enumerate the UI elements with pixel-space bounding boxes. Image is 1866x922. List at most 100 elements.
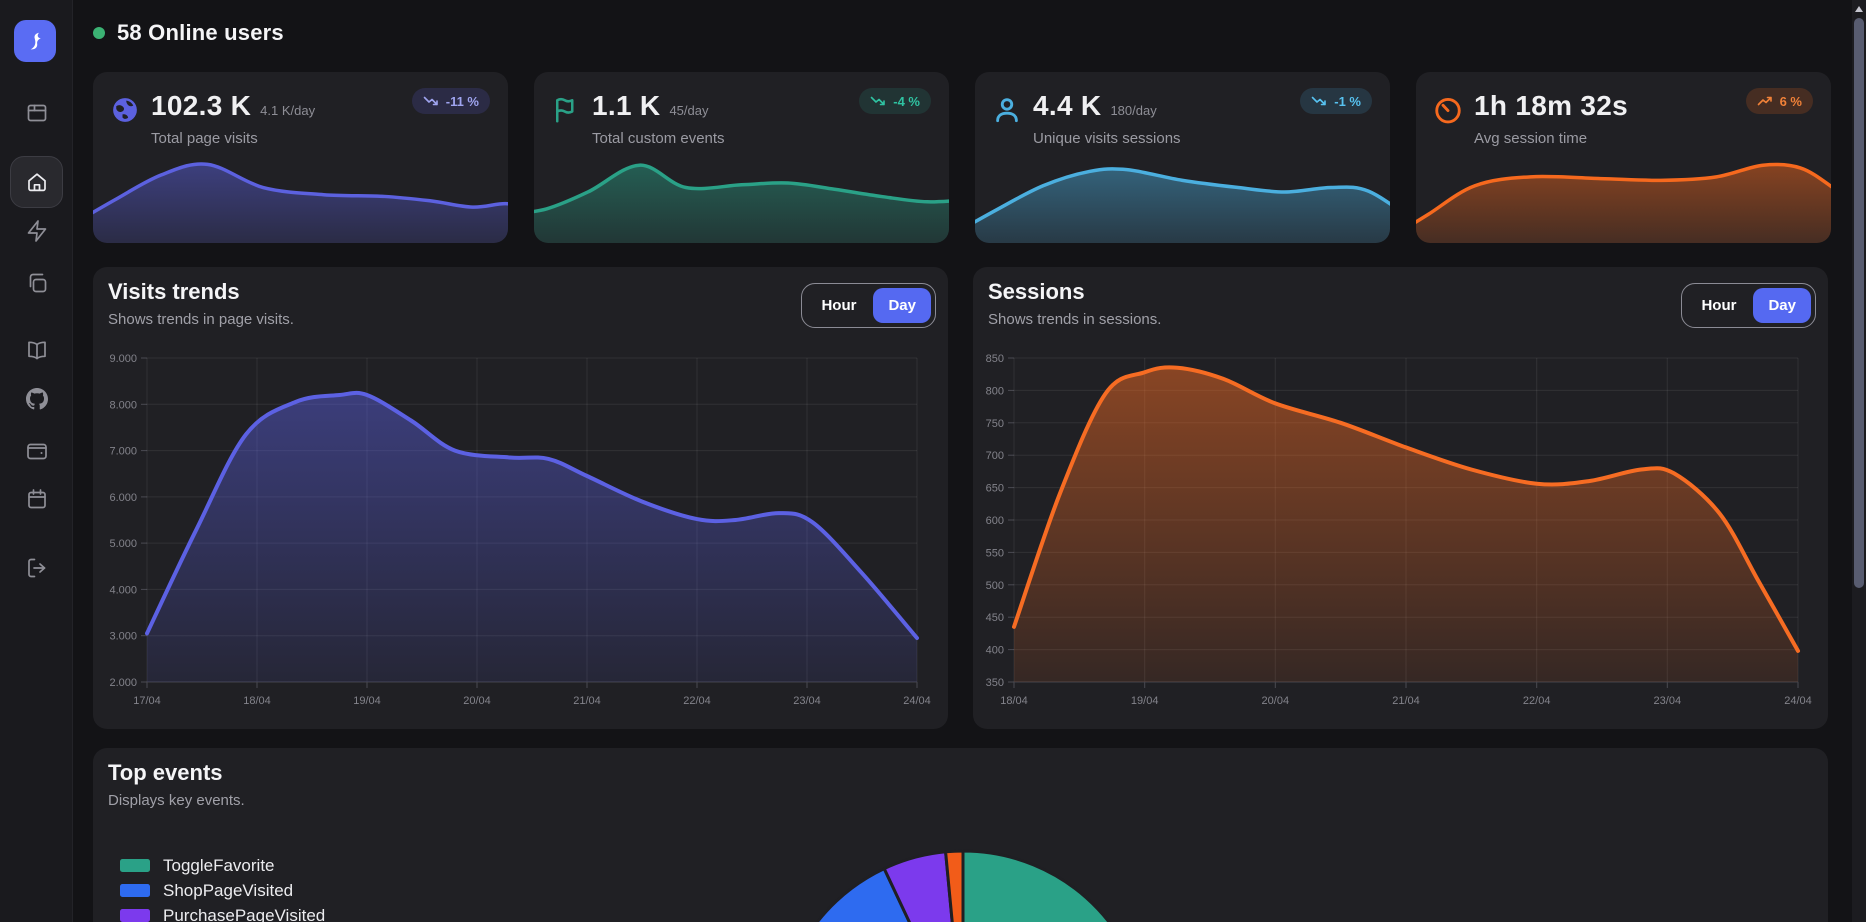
sessions-subtitle: Shows trends in sessions. <box>988 311 1161 328</box>
stat-sparkline-chart <box>534 146 949 243</box>
sidebar-item-home[interactable] <box>10 156 63 208</box>
svg-text:400: 400 <box>986 645 1004 657</box>
top-events-title: Top events <box>108 760 223 786</box>
visits-trends-panel: 9.0008.0007.0006.0005.0004.0003.0002.000… <box>93 267 948 729</box>
logout-icon <box>25 556 49 580</box>
sessions-day-button[interactable]: Day <box>1753 288 1811 323</box>
svg-text:23/04: 23/04 <box>793 695 821 707</box>
stat-value: 4.4 K <box>1033 90 1101 122</box>
sidebar-item-events[interactable] <box>10 205 63 257</box>
page-scrollbar[interactable] <box>1852 0 1866 922</box>
trend-badge: -1 % <box>1300 88 1372 114</box>
top-events-pie-chart[interactable] <box>763 843 1163 922</box>
sessions-chart[interactable]: 85080075070065060055050045040035018/0419… <box>973 267 1828 729</box>
sidebar <box>0 0 73 922</box>
svg-text:22/04: 22/04 <box>1523 695 1551 707</box>
header: 58 Online users <box>93 20 284 46</box>
svg-text:750: 750 <box>986 418 1004 430</box>
svg-text:18/04: 18/04 <box>1000 695 1028 707</box>
trend-down-icon <box>1311 93 1327 109</box>
svg-text:5.000: 5.000 <box>109 538 137 550</box>
svg-text:17/04: 17/04 <box>133 695 161 707</box>
layout-icon <box>25 101 49 125</box>
sidebar-item-billing[interactable] <box>10 425 63 477</box>
sessions-hour-button[interactable]: Hour <box>1686 288 1751 323</box>
legend-item: ToggleFavorite <box>120 853 325 878</box>
svg-text:9.000: 9.000 <box>109 353 137 365</box>
svg-text:22/04: 22/04 <box>683 695 711 707</box>
trend-up-icon <box>1757 93 1773 109</box>
visits-day-button[interactable]: Day <box>873 288 931 323</box>
stat-card-1: 102.3 K 4.1 K/day Total page visits -11 … <box>93 72 508 243</box>
svg-text:7.000: 7.000 <box>109 446 137 458</box>
logo-button[interactable] <box>14 20 56 62</box>
svg-text:20/04: 20/04 <box>1262 695 1290 707</box>
timer-icon <box>1433 95 1463 125</box>
svg-text:19/04: 19/04 <box>353 695 381 707</box>
svg-text:4.000: 4.000 <box>109 584 137 596</box>
trend-badge-text: -11 % <box>446 94 479 109</box>
svg-text:500: 500 <box>986 580 1004 592</box>
svg-text:550: 550 <box>986 547 1004 559</box>
stat-value: 1h 18m 32s <box>1474 90 1628 122</box>
svg-text:21/04: 21/04 <box>1392 695 1420 707</box>
stat-rate: 4.1 K/day <box>260 103 315 118</box>
svg-text:6.000: 6.000 <box>109 492 137 504</box>
trend-down-icon <box>423 93 439 109</box>
zap-icon <box>25 219 49 243</box>
svg-text:3.000: 3.000 <box>109 631 137 643</box>
sidebar-item-logout[interactable] <box>10 542 63 594</box>
stat-cards-row: 102.3 K 4.1 K/day Total page visits -11 … <box>93 72 1831 243</box>
flag-icon <box>551 95 581 125</box>
timer-icon-holder <box>1433 95 1463 125</box>
top-events-subtitle: Displays key events. <box>108 792 245 809</box>
svg-text:450: 450 <box>986 612 1004 624</box>
stat-card-4: 1h 18m 32s Avg session time 6 % <box>1416 72 1831 243</box>
sessions-interval-toggle: Hour Day <box>1681 283 1816 328</box>
scrollbar-up-arrow-icon[interactable] <box>1855 6 1863 12</box>
stat-sparkline-chart <box>1416 146 1831 243</box>
stat-value: 1.1 K <box>592 90 660 122</box>
trend-badge-text: -4 % <box>893 94 920 109</box>
visits-trends-subtitle: Shows trends in page visits. <box>108 311 294 328</box>
legend-label: ToggleFavorite <box>163 856 275 876</box>
svg-text:650: 650 <box>986 483 1004 495</box>
svg-text:24/04: 24/04 <box>903 695 931 707</box>
legend-swatch <box>120 884 150 897</box>
wallet-icon <box>25 439 49 463</box>
trend-down-icon <box>870 93 886 109</box>
visits-trends-title: Visits trends <box>108 279 240 305</box>
legend-swatch <box>120 859 150 872</box>
visits-hour-button[interactable]: Hour <box>806 288 871 323</box>
copy-icon <box>25 271 49 295</box>
svg-text:21/04: 21/04 <box>573 695 601 707</box>
trend-badge-text: -1 % <box>1334 94 1361 109</box>
stat-sparkline-chart <box>975 146 1390 243</box>
visits-interval-toggle: Hour Day <box>801 283 936 328</box>
top-events-panel: Top events Displays key events. ToggleFa… <box>93 748 1828 922</box>
sessions-panel: 85080075070065060055050045040035018/0419… <box>973 267 1828 729</box>
legend-swatch <box>120 909 150 922</box>
sidebar-item-pages[interactable] <box>10 257 63 309</box>
trend-badge: 6 % <box>1746 88 1813 114</box>
flag-icon-holder <box>551 95 581 125</box>
visits-trends-chart[interactable]: 9.0008.0007.0006.0005.0004.0003.0002.000… <box>93 267 948 729</box>
svg-text:18/04: 18/04 <box>243 695 271 707</box>
home-icon <box>25 170 49 194</box>
scrollbar-thumb[interactable] <box>1854 18 1864 588</box>
sidebar-item-docs[interactable] <box>10 324 63 376</box>
github-icon <box>26 388 48 410</box>
sidebar-item-github[interactable] <box>10 373 63 425</box>
svg-text:850: 850 <box>986 353 1004 365</box>
stat-card-3: 4.4 K 180/day Unique visits sessions -1 … <box>975 72 1390 243</box>
globe-icon-holder <box>110 95 140 125</box>
online-status-dot <box>93 27 105 39</box>
sidebar-item-overview[interactable] <box>10 87 63 139</box>
stat-rate: 180/day <box>1110 103 1156 118</box>
sidebar-item-calendar[interactable] <box>10 473 63 525</box>
svg-text:19/04: 19/04 <box>1131 695 1159 707</box>
stat-sparkline-chart <box>93 146 508 243</box>
stat-label: Total custom events <box>592 130 725 147</box>
svg-text:600: 600 <box>986 515 1004 527</box>
user-icon-holder <box>992 95 1022 125</box>
